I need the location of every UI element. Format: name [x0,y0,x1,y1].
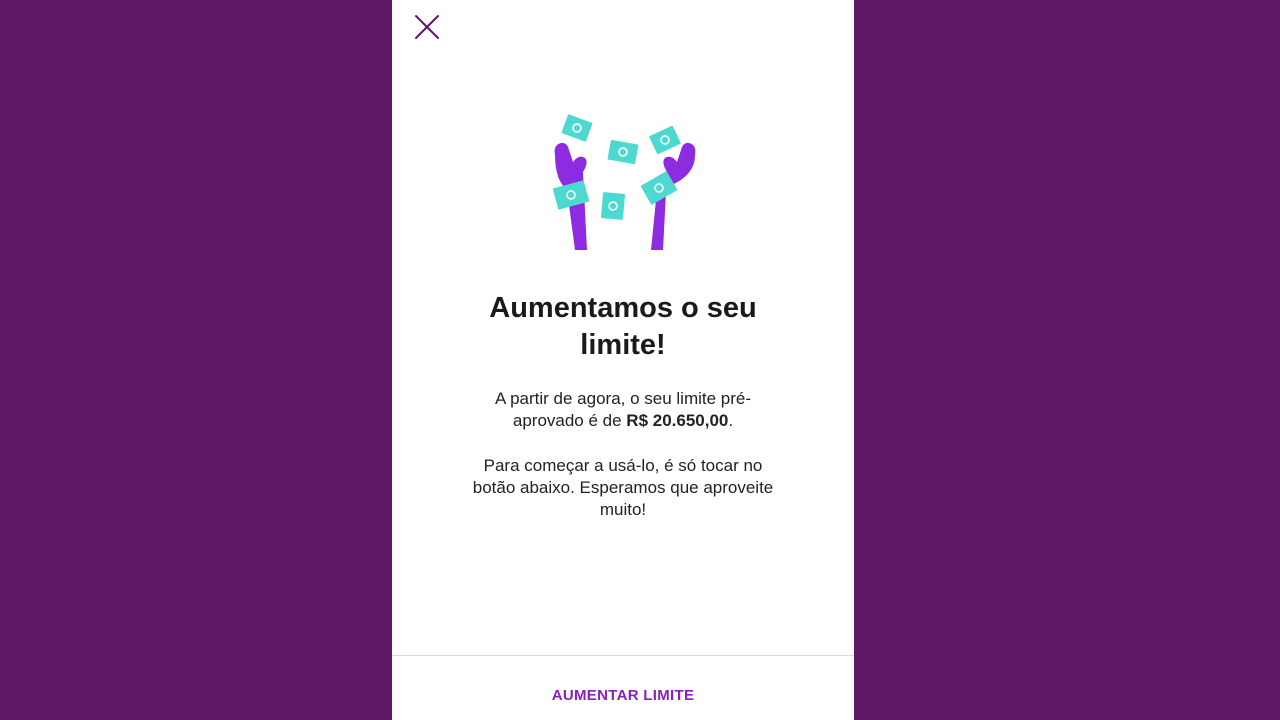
usage-instructions-line-1: Para começar a usá-lo, é só tocar no [483,456,763,475]
bill-5 [600,192,626,220]
bill-1 [561,114,593,142]
hands-throwing-money-illustration [545,110,705,255]
page-title: Aumentamos o seu limite! [392,290,854,364]
limit-amount: R$ 20.650,00 [626,411,729,430]
bill-3 [649,125,681,155]
limit-description: A partir de agora, o seu limite pré- apr… [392,388,854,432]
close-button[interactable] [412,12,442,42]
limit-description-line-2: aprovado é de R$ 20.650,00. [392,410,854,432]
usage-instructions-line-3: muito! [599,500,647,519]
usage-instructions: Para começar a usá-lo, é só tocar no bot… [392,455,854,521]
limit-suffix: . [728,411,734,430]
bill-2 [607,139,639,165]
title-line-2: limite! [580,329,666,361]
title-line-1: Aumentamos o seu [489,292,757,324]
limit-description-line-1: A partir de agora, o seu limite pré- [494,389,752,408]
usage-instructions-line-2: botão abaixo. Esperamos que aproveite [472,478,774,497]
limit-prefix: aprovado é de [512,411,627,430]
increase-limit-button[interactable]: AUMENTAR LIMITE [392,656,854,720]
close-icon [415,15,439,39]
